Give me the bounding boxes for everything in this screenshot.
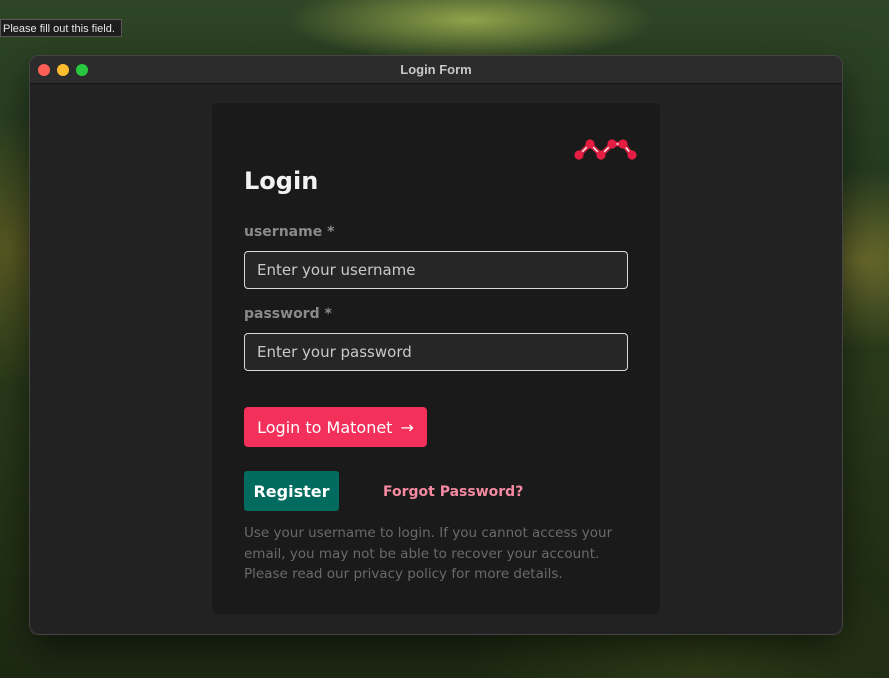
username-input[interactable] — [244, 251, 628, 289]
title-bar: Login Form — [30, 56, 842, 84]
matonet-logo-icon — [574, 139, 637, 160]
window-title: Login Form — [400, 62, 472, 77]
password-label: password * — [244, 306, 332, 322]
login-button-label: Login to Matonet — [257, 417, 393, 437]
username-label: username * — [244, 224, 335, 240]
login-button[interactable]: Login to Matonet → — [244, 407, 427, 447]
arrow-right-icon: → — [400, 417, 414, 437]
login-heading: Login — [244, 167, 319, 195]
login-card: Login username * password * Login to Mat… — [212, 103, 660, 614]
validation-tooltip: Please fill out this field. — [0, 19, 122, 37]
forgot-password-link[interactable]: Forgot Password? — [383, 484, 523, 500]
register-button[interactable]: Register — [244, 471, 339, 511]
help-text: Use your username to login. If you canno… — [244, 525, 613, 582]
app-window: Login Form Login username * password * L… — [30, 56, 842, 634]
password-input[interactable] — [244, 333, 628, 371]
